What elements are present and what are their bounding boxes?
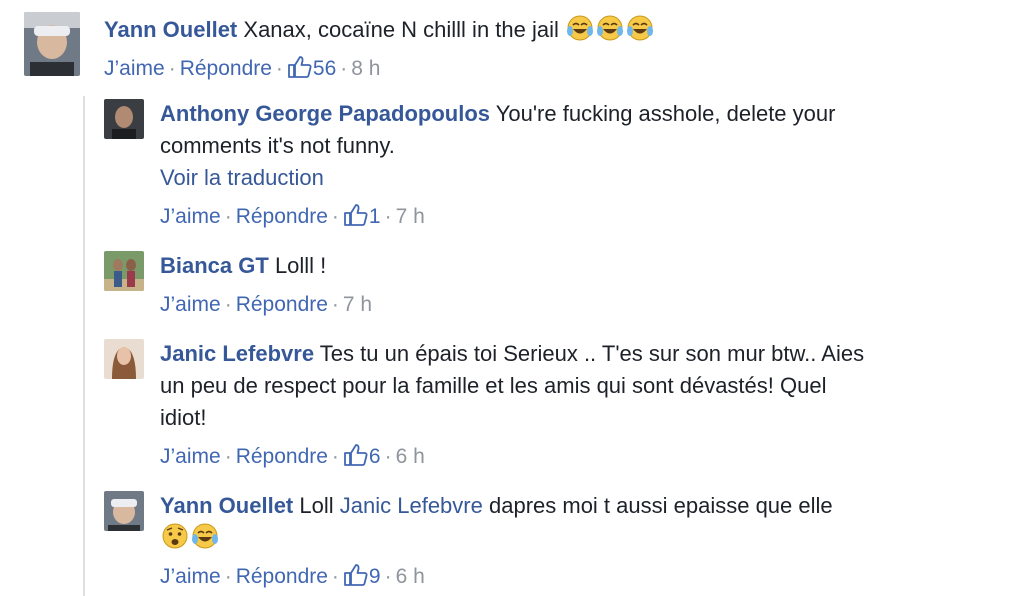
comment-text-cont: dapres moi t aussi epaisse que elle: [488, 493, 833, 518]
like-link[interactable]: J’aime: [104, 57, 165, 80]
comment-actions: J’aime · Répondre · 56 · 8 h: [104, 56, 381, 80]
comment-text-cont: un peu de respect pour la famille et les…: [160, 373, 827, 398]
see-translation-link[interactable]: Voir la traduction: [160, 162, 920, 194]
like-link[interactable]: J’aime: [160, 205, 221, 228]
avatar[interactable]: [104, 99, 144, 139]
comment-actions: J’aime · Répondre · 9 · 6 h: [160, 564, 425, 588]
comment-body: Bianca GT Lolll !: [160, 250, 326, 282]
tears-of-joy-emoji-icon: [595, 14, 625, 51]
thumbs-up-icon: [343, 204, 369, 228]
timestamp[interactable]: 7 h: [343, 293, 372, 316]
comment-author[interactable]: Janic Lefebvre: [160, 341, 314, 366]
thumbs-up-icon: [287, 56, 313, 80]
tears-of-joy-emoji-icon: [625, 14, 655, 51]
reply-link[interactable]: Répondre: [236, 205, 328, 228]
timestamp[interactable]: 8 h: [351, 57, 380, 80]
thumbs-up-icon: [343, 444, 369, 468]
avatar[interactable]: [24, 12, 80, 76]
timestamp[interactable]: 6 h: [396, 445, 425, 468]
reply-link[interactable]: Répondre: [236, 445, 328, 468]
comment-author[interactable]: Anthony George Papadopoulos: [160, 101, 490, 126]
timestamp[interactable]: 6 h: [396, 565, 425, 588]
like-count-number: 56: [312, 57, 337, 80]
like-count[interactable]: 9: [343, 564, 381, 588]
mention-link[interactable]: Janic Lefebvre: [340, 493, 483, 518]
tears-of-joy-emoji-icon: [565, 14, 595, 51]
reply-link[interactable]: Répondre: [236, 565, 328, 588]
comment-author[interactable]: Yann Ouellet: [104, 17, 237, 42]
reply-link[interactable]: Répondre: [180, 57, 272, 80]
comment-actions: J’aime · Répondre · 1 · 7 h: [160, 204, 425, 228]
comment-text: You're fucking asshole, delete your: [495, 101, 836, 126]
comment-author[interactable]: Yann Ouellet: [160, 493, 293, 518]
avatar[interactable]: [104, 491, 144, 531]
like-link[interactable]: J’aime: [160, 445, 221, 468]
like-count[interactable]: 1: [343, 204, 381, 228]
comment-actions: J’aime · Répondre · 7 h: [160, 293, 373, 316]
comment-body: Yann Ouellet Xanax, cocaïne N chilll in …: [104, 14, 655, 51]
reply-link[interactable]: Répondre: [236, 293, 328, 316]
like-link[interactable]: J’aime: [160, 565, 221, 588]
like-count-number: 6: [368, 445, 381, 468]
like-count[interactable]: 56: [287, 56, 337, 80]
avatar[interactable]: [104, 339, 144, 379]
tears-of-joy-emoji-icon: [190, 522, 220, 559]
thumbs-up-icon: [343, 564, 369, 588]
comment-body: Janic Lefebvre Tes tu un épais toi Serie…: [160, 338, 960, 434]
like-link[interactable]: J’aime: [160, 293, 221, 316]
comment-text: Loll: [299, 493, 334, 518]
like-count-number: 1: [368, 205, 381, 228]
comment-body: Yann Ouellet Loll Janic Lefebvre dapres …: [160, 490, 960, 559]
comment-text: Xanax, cocaïne N chilll in the jail: [243, 17, 559, 42]
reply-thread-line: [83, 96, 85, 596]
like-count[interactable]: 6: [343, 444, 381, 468]
comment-text: Tes tu un épais toi Serieux .. T'es sur …: [319, 341, 865, 366]
comment-body: Anthony George Papadopoulos You're fucki…: [160, 98, 920, 194]
like-count-number: 9: [368, 565, 381, 588]
timestamp[interactable]: 7 h: [396, 205, 425, 228]
comment-author[interactable]: Bianca GT: [160, 253, 269, 278]
anguished-face-emoji-icon: [160, 522, 190, 559]
comment-text: Lolll !: [274, 253, 327, 278]
comment-text-cont: comments it's not funny.: [160, 133, 395, 158]
comment-text-cont: idiot!: [160, 405, 207, 430]
comment-actions: J’aime · Répondre · 6 · 6 h: [160, 444, 425, 468]
avatar[interactable]: [104, 251, 144, 291]
